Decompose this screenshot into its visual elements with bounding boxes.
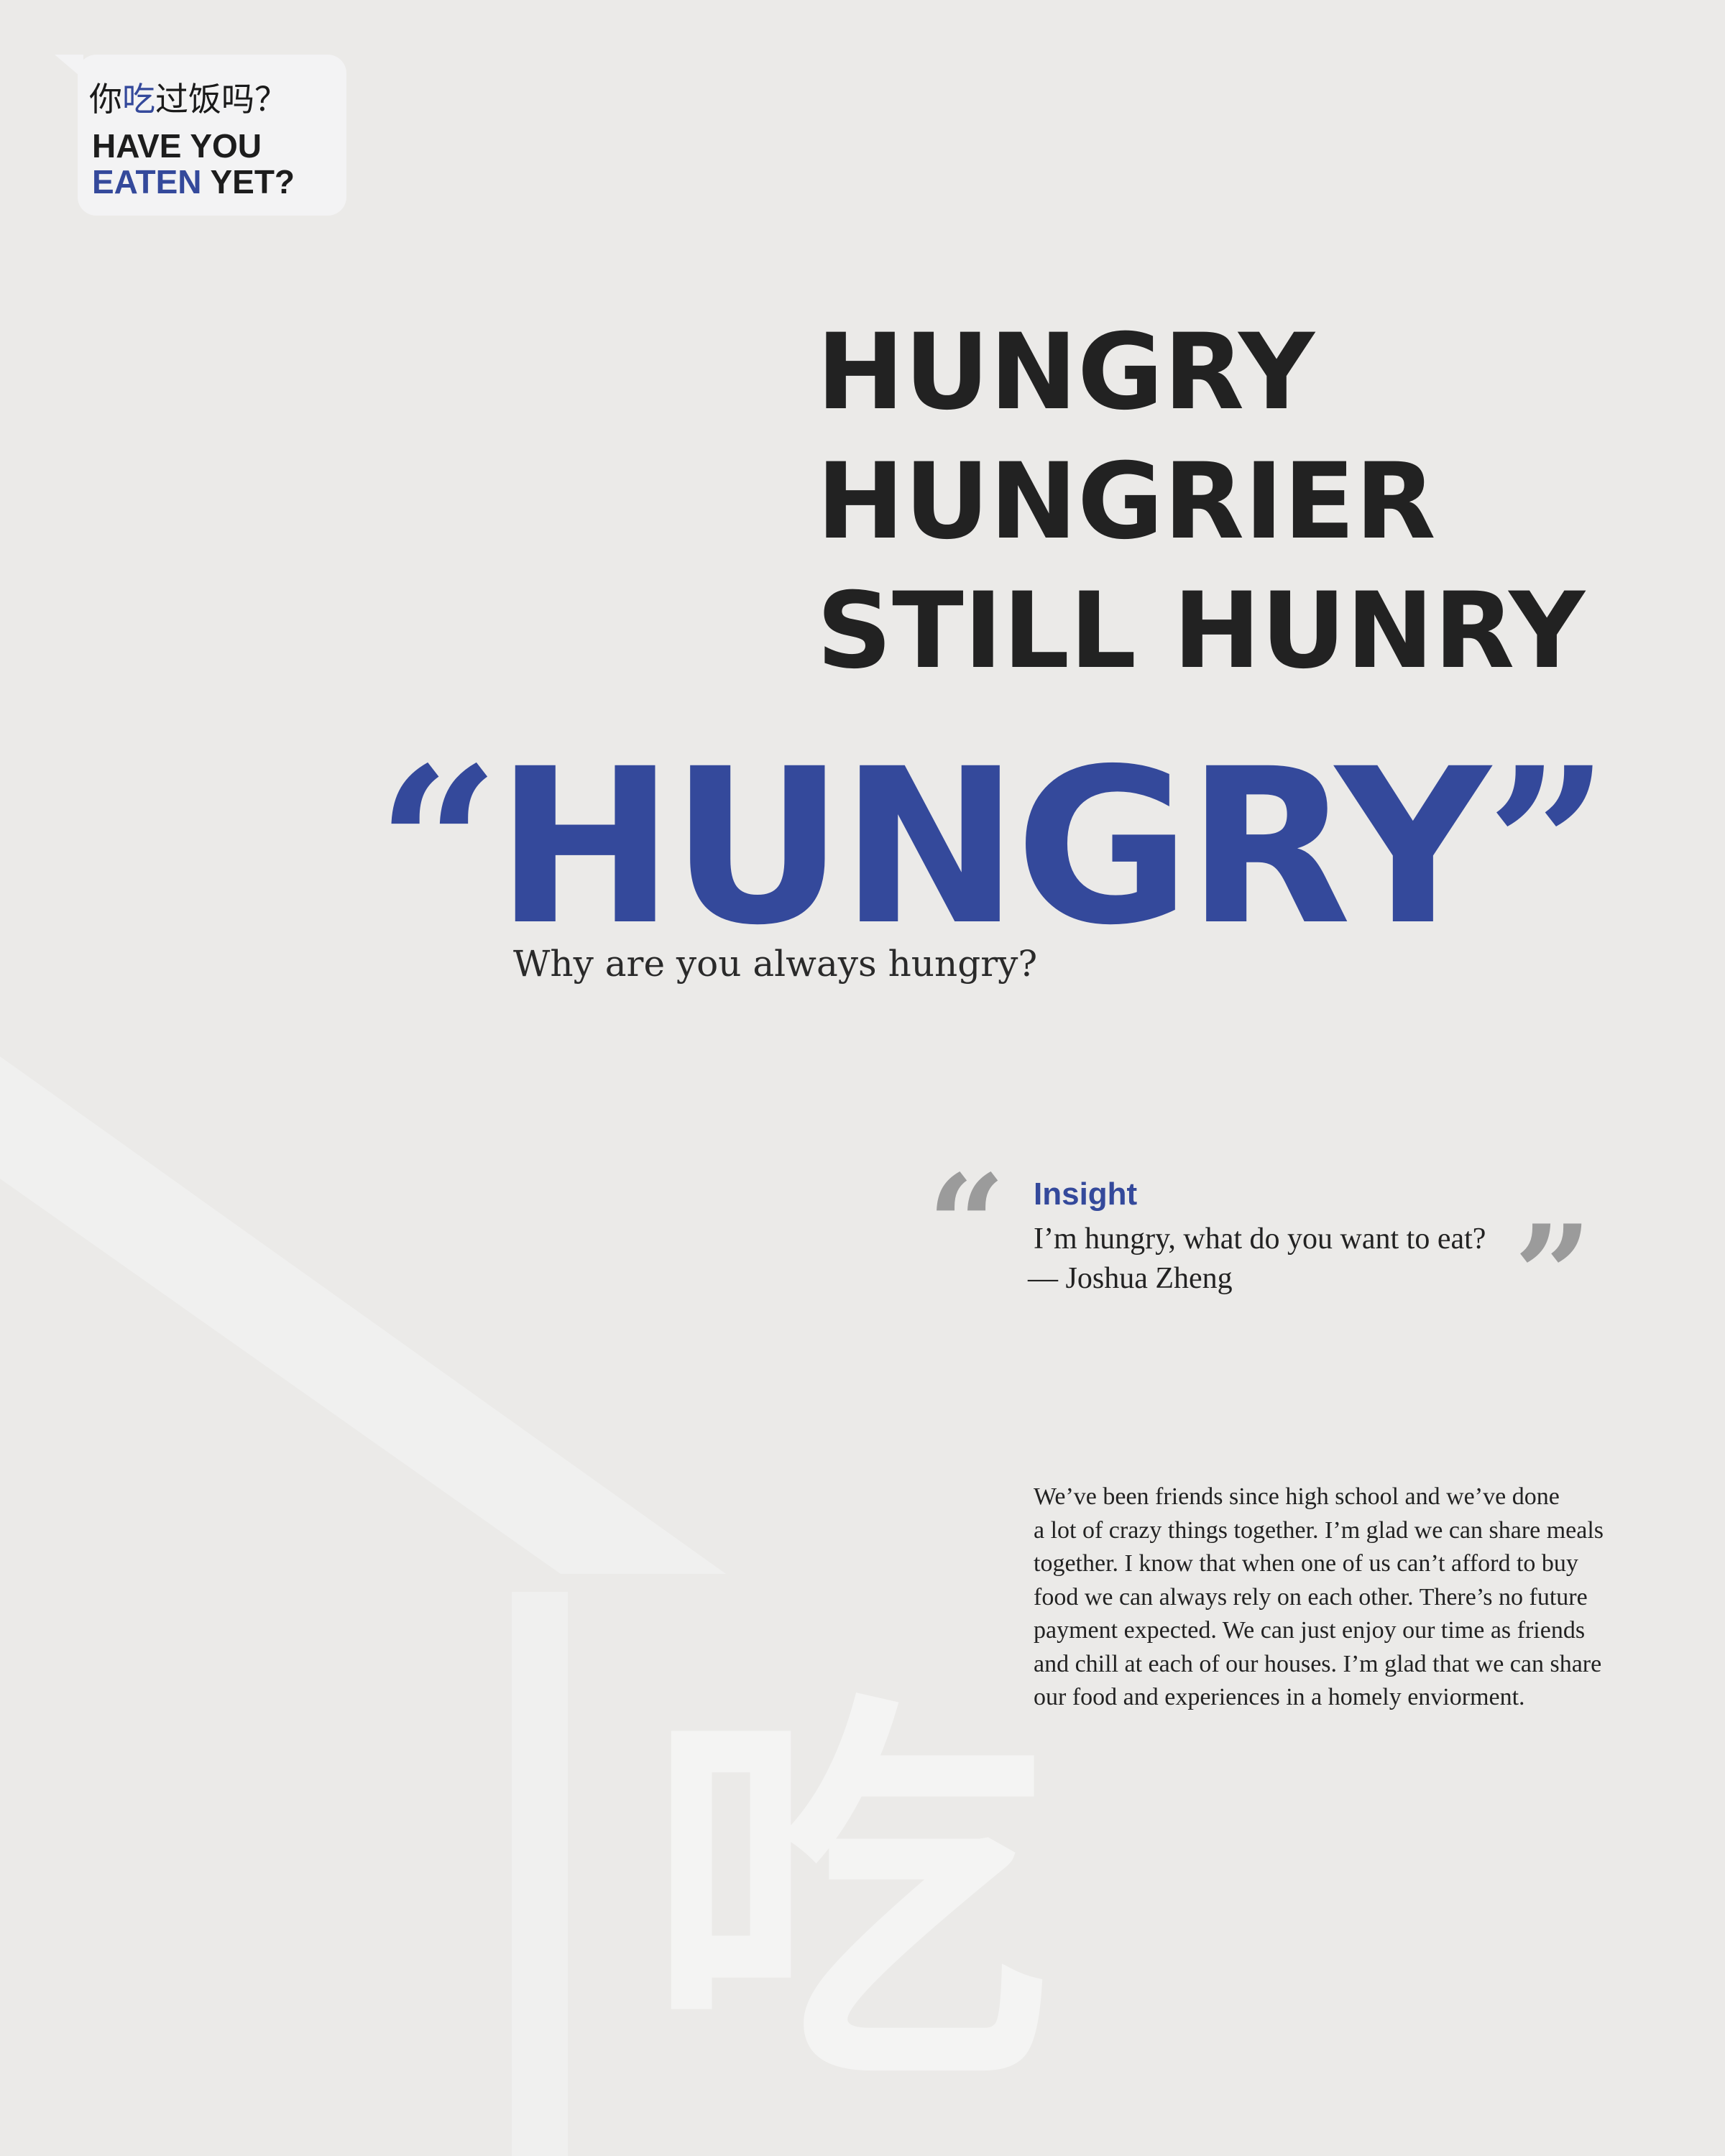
body-line: and chill at each of our houses. I’m gla… xyxy=(1034,1650,1602,1677)
insight-quote-text: I’m hungry, what do you want to eat? xyxy=(1034,1222,1486,1256)
body-line: together. I know that when one of us can… xyxy=(1034,1550,1578,1577)
insight-open-quote-icon: “ xyxy=(927,1145,1006,1305)
logo-line-2: EATEN YET? xyxy=(92,163,295,201)
body-line: a lot of crazy things together. I’m glad… xyxy=(1034,1516,1604,1544)
logo-line-1: HAVE YOU xyxy=(92,127,262,165)
headline-line-1: HUNGRY xyxy=(816,311,1315,433)
insight-title: Insight xyxy=(1034,1176,1138,1212)
body-line: our food and experiences in a homely env… xyxy=(1034,1684,1525,1710)
wall-line xyxy=(512,1592,568,2156)
headline-stack: HUNGRY HUNGRIER STILL HUNRY xyxy=(816,308,1585,696)
logo-english-text: HAVE YOU EATEN YET? xyxy=(92,128,295,200)
roof-line xyxy=(0,1056,726,1574)
close-quote-mark: ” xyxy=(1486,721,1609,972)
headline-line-2: HUNGRIER xyxy=(816,441,1436,563)
subtitle: Why are you always hungry? xyxy=(513,943,1038,985)
body-paragraph: We’ve been friends since high school and… xyxy=(1034,1480,1680,1715)
open-quote-mark: “ xyxy=(377,721,500,972)
big-quote-headline: “HUNGRY” xyxy=(377,732,1609,963)
speech-bubble-logo: 你吃过饭吗？ HAVE YOU EATEN YET? xyxy=(78,55,346,216)
logo-chinese-text: 你吃过饭吗？ xyxy=(89,80,288,119)
insight-close-quote-icon: ” xyxy=(1514,1195,1593,1355)
insight-author: — Joshua Zheng xyxy=(1028,1262,1233,1295)
body-line: payment expected. We can just enjoy our … xyxy=(1034,1617,1586,1644)
body-line: We’ve been friends since high school and… xyxy=(1034,1483,1560,1510)
headline-line-3: STILL HUNRY xyxy=(816,570,1586,692)
watermark-character: 吃 xyxy=(647,1661,1049,2134)
body-line: food we can always rely on each other. T… xyxy=(1034,1583,1588,1611)
big-quote-word: HUNGRY xyxy=(495,723,1490,972)
